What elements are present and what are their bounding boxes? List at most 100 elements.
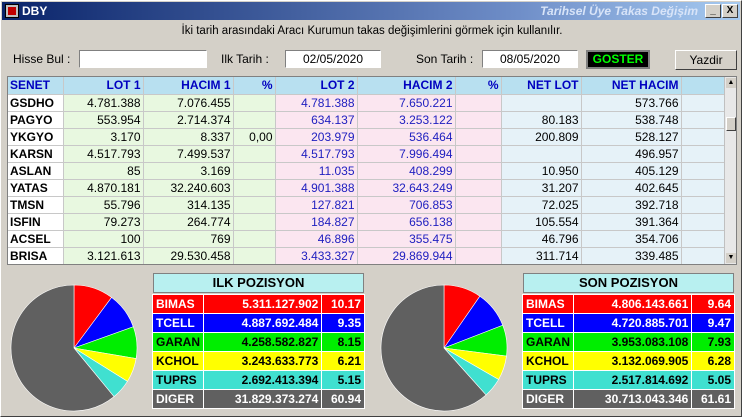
grid-cell: 311.714 bbox=[501, 247, 582, 264]
hisse-search-input[interactable] bbox=[79, 50, 207, 68]
grid-total-cell bbox=[681, 264, 737, 265]
ilk-pie-chart bbox=[10, 284, 138, 412]
table-row[interactable]: GSDHO 4.781.388 7.076.455 4.781.388 7.650.22… bbox=[8, 94, 736, 112]
grid-cell: 8.337 bbox=[143, 128, 234, 146]
grid-cell bbox=[233, 179, 276, 197]
grid-cell: 32.240.603 bbox=[143, 179, 234, 197]
position-name-cell: BIMAS bbox=[522, 294, 574, 314]
grid-cell bbox=[233, 94, 276, 112]
scroll-down-icon[interactable]: ▼ bbox=[726, 253, 736, 263]
grid-cell: 7.650.221 bbox=[357, 94, 456, 112]
grid-col-header[interactable]: % bbox=[455, 77, 502, 95]
list-item: BIMAS 5.311.127.902 10.17 bbox=[152, 294, 365, 314]
grid-cell: 3.121.613 bbox=[63, 247, 144, 264]
table-row[interactable]: PAGYO 553.954 2.714.374 634.137 3.253.122 80.… bbox=[8, 111, 736, 129]
grid-col-header[interactable]: HACIM 2 bbox=[357, 77, 456, 95]
list-item: TUPRS 2.517.814.692 5.05 bbox=[522, 370, 735, 390]
table-row[interactable]: TMSN 55.796 314.135 127.821 706.853 72.025 392… bbox=[8, 196, 736, 214]
grid-col-header[interactable]: LOT 2 bbox=[275, 77, 358, 95]
grid-col-header[interactable]: SENET bbox=[8, 77, 64, 95]
grid-cell bbox=[455, 162, 502, 180]
position-name-cell: GARAN bbox=[522, 332, 574, 352]
grid-cell: 72.025 bbox=[501, 196, 582, 214]
grid-col-header[interactable]: NET LOT bbox=[501, 77, 582, 95]
grid-total-cell: 100,00 bbox=[455, 264, 501, 265]
grid-cell: 46.896 bbox=[275, 230, 358, 248]
son-pozisyon-title: SON POZISYON bbox=[523, 273, 734, 293]
scroll-thumb[interactable] bbox=[726, 117, 736, 131]
grid-cell: 127.821 bbox=[275, 196, 358, 214]
position-name-cell: DIGER bbox=[522, 389, 574, 409]
grid-col-header[interactable]: NET HACIM bbox=[581, 77, 682, 95]
grid-cell: 100 bbox=[63, 230, 144, 248]
grid-cell bbox=[233, 196, 276, 214]
position-pct-cell: 60.94 bbox=[321, 389, 365, 409]
grid-cell: 200.809 bbox=[501, 128, 582, 146]
position-name-cell: DIGER bbox=[152, 389, 204, 409]
ilk-tarih-input[interactable]: 02/05/2020 bbox=[285, 50, 381, 68]
grid-cell: 402.645 bbox=[581, 179, 682, 197]
ilk-tarih-label: Ilk Tarih : bbox=[221, 52, 269, 66]
grid-total-cell bbox=[8, 264, 63, 265]
position-name-cell: GARAN bbox=[152, 332, 204, 352]
son-pie-chart bbox=[380, 284, 508, 412]
grid-symbol-cell: ISFIN bbox=[8, 213, 64, 231]
yazdir-button[interactable]: Yazdir bbox=[675, 50, 737, 70]
table-row[interactable]: YKGYO 3.170 8.337 0,00 203.979 536.464 200.809… bbox=[8, 128, 736, 146]
table-row[interactable]: YATAS 4.870.181 32.240.603 4.901.388 32.643.… bbox=[8, 179, 736, 197]
grid-symbol-cell: KARSN bbox=[8, 145, 64, 163]
position-name-cell: TUPRS bbox=[152, 370, 204, 390]
table-row[interactable]: ISFIN 79.273 264.774 184.827 656.138 105.554 3… bbox=[8, 213, 736, 231]
grid-cell: 31.207 bbox=[501, 179, 582, 197]
goster-button[interactable]: GOSTER bbox=[586, 50, 650, 69]
main-window: DBY Tarihsel Üye Takas Değişim _ X İki t… bbox=[0, 0, 742, 417]
grid-cell bbox=[455, 145, 502, 163]
table-row[interactable]: KARSN 4.517.793 7.499.537 4.517.793 7.996.49… bbox=[8, 145, 736, 163]
grid-col-header[interactable]: LOT 1 bbox=[63, 77, 144, 95]
grid-scrollbar[interactable]: ▲ ▼ bbox=[724, 77, 736, 264]
ilk-pozisyon-title: ILK POZISYON bbox=[153, 273, 364, 293]
grid-symbol-cell: TMSN bbox=[8, 196, 64, 214]
scroll-up-icon[interactable]: ▲ bbox=[726, 78, 736, 88]
position-name-cell: KCHOL bbox=[522, 351, 574, 371]
list-item: TCELL 4.720.885.701 9.47 bbox=[522, 313, 735, 333]
table-row[interactable]: BRISA 3.121.613 29.530.458 3.433.327 29.869.… bbox=[8, 247, 736, 264]
grid-cell: 105.554 bbox=[501, 213, 582, 231]
grid-cell bbox=[233, 213, 276, 231]
grid-cell bbox=[233, 162, 276, 180]
grid-cell bbox=[233, 111, 276, 129]
list-item: GARAN 4.258.582.827 8.15 bbox=[152, 332, 365, 352]
list-item: TUPRS 2.692.413.394 5.15 bbox=[152, 370, 365, 390]
grid-col-header[interactable]: % bbox=[233, 77, 276, 95]
list-item: GARAN 3.953.083.108 7.93 bbox=[522, 332, 735, 352]
table-row[interactable]: ACSEL10076946.896355.47546.796354.70699 bbox=[8, 230, 736, 248]
son-tarih-input[interactable]: 08/05/2020 bbox=[482, 50, 578, 68]
info-text: İki tarih arasındaki Aracı Kurumun takas… bbox=[181, 25, 563, 37]
grid-cell: 7.076.455 bbox=[143, 94, 234, 112]
list-item: TCELL 4.887.692.484 9.35 bbox=[152, 313, 365, 333]
table-row[interactable]: ASLAN853.16911.035408.29910.950405.12999 bbox=[8, 162, 736, 180]
grid-cell bbox=[455, 111, 502, 129]
grid-cell: 354.706 bbox=[581, 230, 682, 248]
position-value-cell: 3.953.083.108 bbox=[572, 332, 693, 352]
position-value-cell: 4.720.885.701 bbox=[572, 313, 693, 333]
position-name-cell: KCHOL bbox=[152, 351, 204, 371]
title-bar[interactable]: DBY Tarihsel Üye Takas Değişim _ X bbox=[2, 2, 740, 20]
grid-cell: 528.127 bbox=[581, 128, 682, 146]
grid-col-header[interactable]: HACIM 1 bbox=[143, 77, 234, 95]
minimize-button[interactable]: _ bbox=[705, 4, 721, 18]
position-value-cell: 31.829.373.274 bbox=[202, 389, 323, 409]
position-name-cell: TUPRS bbox=[522, 370, 574, 390]
position-pct-cell: 9.64 bbox=[691, 294, 735, 314]
takas-grid[interactable]: SENET LOT 1 HACIM 1% LOT 2 HACIM 2% NET LOT NE… bbox=[7, 76, 737, 265]
position-value-cell: 4.258.582.827 bbox=[202, 332, 323, 352]
grid-cell: 573.766 bbox=[581, 94, 682, 112]
position-name-cell: BIMAS bbox=[152, 294, 204, 314]
grid-cell: 405.129 bbox=[581, 162, 682, 180]
grid-cell bbox=[455, 196, 502, 214]
position-name-cell: TCELL bbox=[152, 313, 204, 333]
close-button[interactable]: X bbox=[722, 4, 738, 18]
grid-cell: 3.170 bbox=[63, 128, 144, 146]
ilk-pozisyon-table: BIMAS 5.311.127.902 10.17 TCELL 4.887.692.48… bbox=[152, 294, 365, 409]
grid-cell: 769 bbox=[143, 230, 234, 248]
